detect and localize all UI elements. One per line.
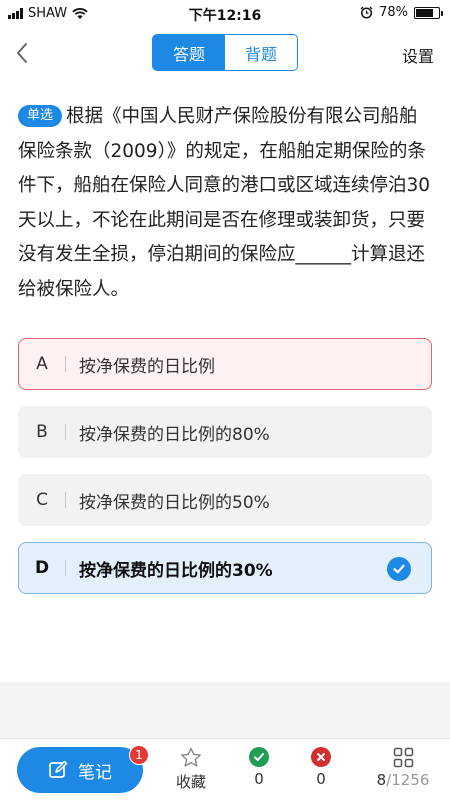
tab-answer[interactable]: 答题 [153, 35, 225, 70]
bottom-toolbar: 笔记 1 收藏 0 0 8/1256 [0, 738, 450, 800]
option-c[interactable]: C 按净保费的日比例的50% [18, 474, 432, 526]
wrong-count: 0 [316, 770, 326, 788]
status-right: 78% [360, 5, 443, 20]
check-icon [387, 557, 411, 581]
note-count-badge: 1 [129, 745, 149, 765]
option-letter: B [36, 422, 48, 442]
chevron-left-icon [17, 43, 27, 63]
nav-bar: 答题 背题 设置 [0, 26, 450, 80]
back-button[interactable] [10, 38, 34, 68]
question-stem: 单选 根据《中国人民财产保险股份有限公司船舶保险条款（2009）》的规定，在船舶定… [18, 100, 436, 307]
correct-check-icon [249, 747, 269, 767]
option-text: 按净保费的日比例的50% [79, 492, 270, 513]
wrong-counter[interactable]: 0 [296, 747, 346, 788]
question-index-button[interactable]: 8/1256 [370, 747, 436, 789]
favorite-label: 收藏 [175, 773, 206, 791]
content-footer-band [0, 682, 450, 738]
progress-label: 8/1256 [377, 771, 430, 789]
alarm-icon [360, 6, 373, 19]
correct-counter[interactable]: 0 [234, 747, 284, 788]
progress-current: 8 [376, 771, 387, 789]
option-a[interactable]: A 按净保费的日比例 [18, 338, 432, 390]
mode-segmented-control: 答题 背题 [152, 34, 298, 71]
note-button[interactable]: 笔记 [17, 747, 143, 793]
favorite-button[interactable]: 收藏 [166, 747, 216, 792]
tab-memorize[interactable]: 背题 [225, 35, 297, 70]
option-divider [65, 424, 66, 440]
option-d[interactable]: D 按净保费的日比例的30% [18, 542, 432, 594]
battery-icon [414, 6, 443, 19]
option-text: 按净保费的日比例的30% [79, 560, 273, 581]
question-type-badge: 单选 [18, 105, 63, 127]
option-letter: D [34, 558, 50, 578]
option-text: 按净保费的日比例 [79, 356, 215, 377]
option-letter: C [36, 490, 48, 510]
battery-fill [416, 8, 434, 17]
option-divider [65, 492, 66, 508]
settings-button[interactable]: 设置 [402, 43, 434, 67]
option-divider [65, 560, 66, 576]
option-letter: A [36, 354, 48, 374]
progress-total: /1256 [386, 771, 430, 789]
battery-percent: 78% [379, 5, 408, 20]
wrong-x-icon [311, 747, 331, 767]
option-b[interactable]: B 按净保费的日比例的80% [18, 406, 432, 458]
edit-icon [49, 760, 68, 778]
note-label: 笔记 [78, 762, 112, 783]
correct-count: 0 [254, 770, 264, 788]
grid-icon [393, 747, 413, 768]
status-bar: SHAW 下午12:16 78% [0, 0, 450, 26]
star-icon [181, 747, 201, 767]
option-text: 按净保费的日比例的80% [79, 424, 270, 445]
option-divider [65, 356, 66, 372]
question-text: 根据《中国人民财产保险股份有限公司船舶保险条款（2009）》的规定，在船舶定期保… [18, 106, 431, 300]
